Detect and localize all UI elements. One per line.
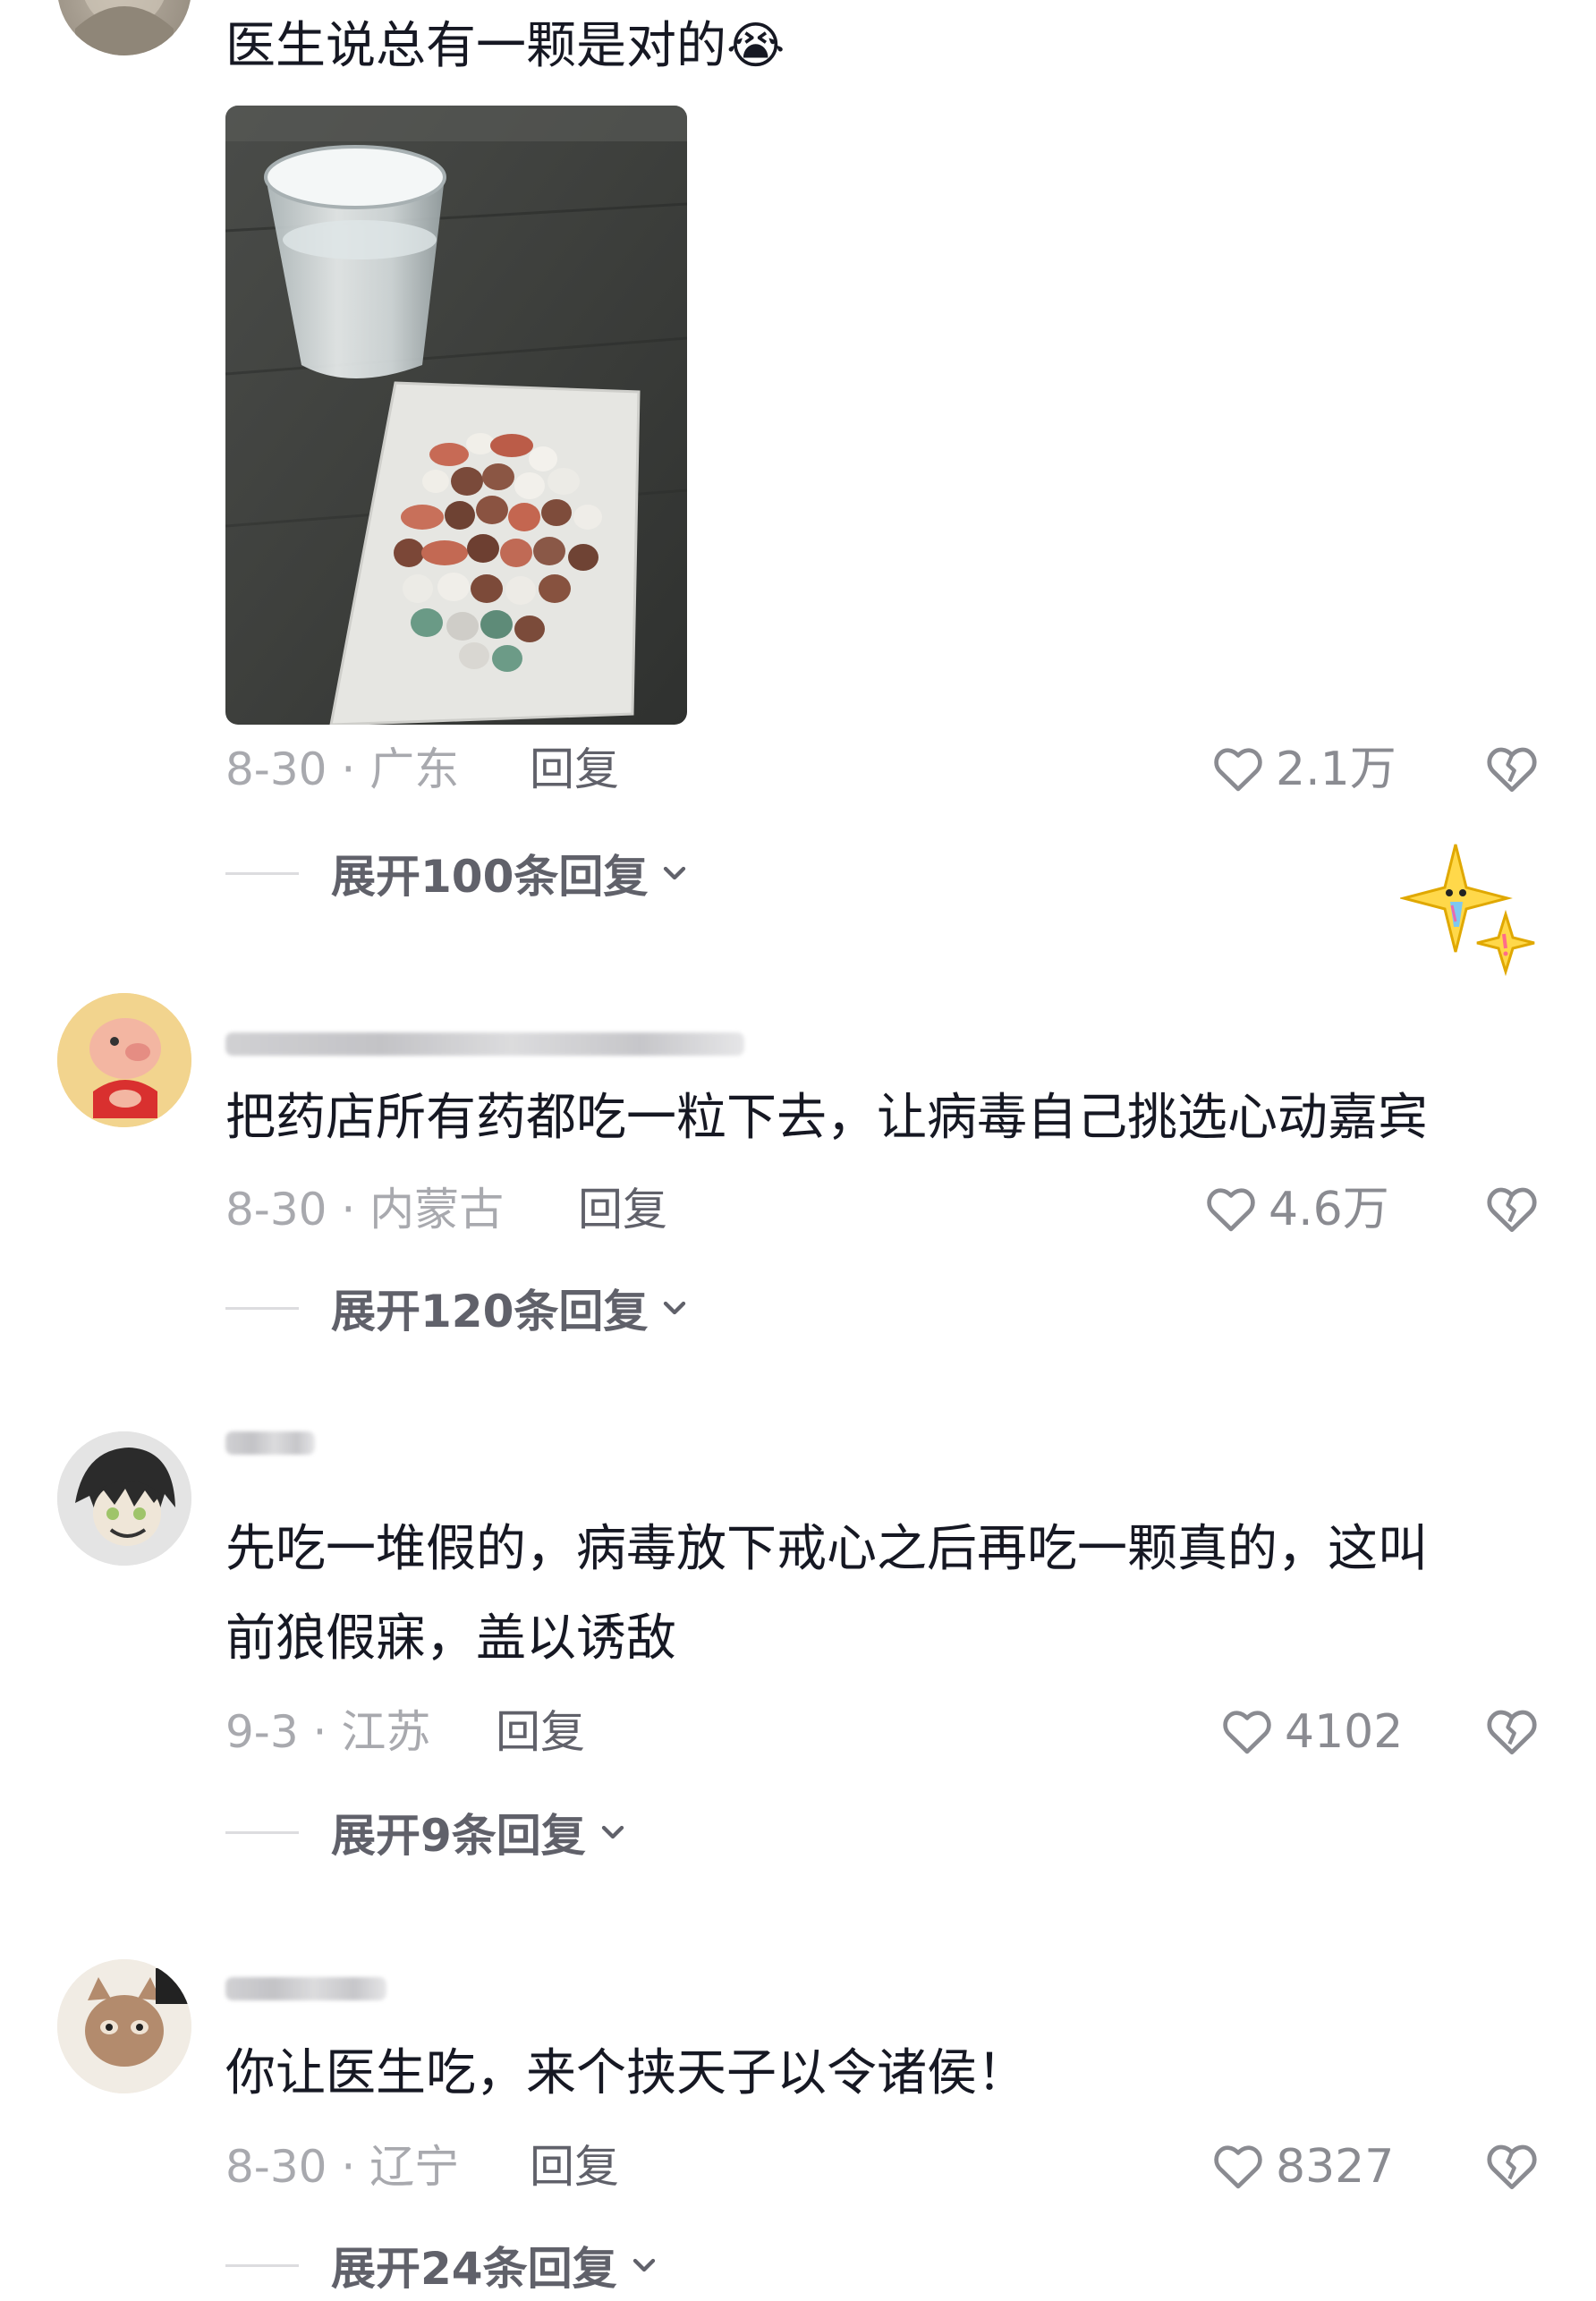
- reply-button[interactable]: 回复: [530, 2131, 619, 2203]
- expand-replies-button[interactable]: 展开24条回复: [225, 2229, 662, 2301]
- comment-photo-pills-and-water[interactable]: [225, 106, 687, 725]
- divider-line: [225, 1830, 299, 1834]
- like-count: 2.1万: [1276, 743, 1396, 796]
- heart-outline-icon: [1223, 1711, 1271, 1754]
- like-button[interactable]: 8327: [1210, 2131, 1394, 2203]
- username-redacted: [225, 1977, 386, 2000]
- reply-button[interactable]: 回复: [496, 1696, 585, 1768]
- comment-meta-row: 8-30 · 内蒙古 回复 4.6万: [225, 1174, 1549, 1245]
- comment-date-location: 8-30 · 辽宁: [225, 2141, 460, 2193]
- comment-text-line: 你让医生吃，来个挟天子以令诸侯！: [225, 2044, 1027, 2102]
- comment-date-location: 8-30 · 广东: [225, 743, 460, 795]
- expand-replies-label: 展开9条回复: [331, 1810, 586, 1862]
- comment-date-location: 9-3 · 江苏: [225, 1706, 431, 1758]
- commenter-avatar[interactable]: [57, 0, 191, 55]
- username-redacted: [225, 1431, 315, 1455]
- reply-button[interactable]: 回复: [578, 1174, 667, 1245]
- broken-heart-icon[interactable]: [1482, 1703, 1541, 1761]
- comment-meta-row: 8-30 · 广东 回复 2.1万: [225, 734, 1549, 805]
- comment-text-line: 医生说总有一颗是对的😭: [225, 17, 785, 75]
- chevron-down-icon: [664, 866, 686, 880]
- broken-heart-icon[interactable]: [1482, 741, 1541, 798]
- comment-text-line: 前狼假寐，盖以诱敌: [225, 1609, 676, 1668]
- expand-replies-button[interactable]: 展开100条回复: [225, 837, 692, 909]
- comment-date-location: 8-30 · 内蒙古: [225, 1184, 505, 1235]
- commenter-avatar[interactable]: [57, 1431, 191, 1566]
- like-button[interactable]: 4.6万: [1202, 1174, 1389, 1245]
- like-button[interactable]: 2.1万: [1210, 734, 1396, 805]
- like-count: 8327: [1276, 2140, 1395, 2194]
- heart-outline-icon: [1214, 2145, 1262, 2189]
- comment-text-line: 把药店所有药都吃一粒下去，让病毒自己挑选心动嘉宾: [225, 1089, 1428, 1147]
- expand-replies-label: 展开100条回复: [331, 851, 649, 903]
- chevron-down-icon: [632, 2258, 655, 2272]
- broken-heart-icon[interactable]: [1482, 1181, 1541, 1238]
- comment-text: 医生说总有一颗是对的😭: [225, 2, 785, 91]
- like-count: 4.6万: [1269, 1183, 1389, 1236]
- expand-replies-button[interactable]: 展开9条回复: [225, 1796, 631, 1868]
- comment-text: 先吃一堆假的，病毒放下戒心之后再吃一颗真的，这叫 前狼假寐，盖以诱敌: [225, 1505, 1428, 1684]
- comment-text: 你让医生吃，来个挟天子以令诸侯！: [225, 2029, 1027, 2118]
- divider-line: [225, 871, 299, 875]
- reply-button[interactable]: 回复: [530, 734, 619, 805]
- like-count: 4102: [1285, 1705, 1404, 1759]
- comment-text: 把药店所有药都吃一粒下去，让病毒自己挑选心动嘉宾: [225, 1074, 1428, 1163]
- chevron-down-icon: [601, 1825, 624, 1839]
- heart-outline-icon: [1207, 1188, 1255, 1232]
- comment-meta-row: 8-30 · 辽宁 回复 8327: [225, 2131, 1549, 2203]
- comment-meta-row: 9-3 · 江苏 回复 4102: [225, 1696, 1549, 1768]
- expand-replies-button[interactable]: 展开120条回复: [225, 1272, 692, 1344]
- expand-replies-label: 展开24条回复: [331, 2243, 617, 2295]
- comment-text-line: 先吃一堆假的，病毒放下戒心之后再吃一颗真的，这叫: [225, 1520, 1428, 1578]
- expand-replies-label: 展开120条回复: [331, 1286, 649, 1337]
- commenter-avatar[interactable]: [57, 1959, 191, 2093]
- commenter-avatar[interactable]: [57, 993, 191, 1127]
- divider-line: [225, 1306, 299, 1310]
- like-button[interactable]: 4102: [1218, 1696, 1403, 1768]
- username-redacted: [225, 1032, 744, 1056]
- sparkle-star-sticker-icon: [1400, 844, 1535, 977]
- chevron-down-icon: [664, 1301, 686, 1315]
- heart-outline-icon: [1214, 748, 1262, 792]
- divider-line: [225, 2263, 299, 2267]
- broken-heart-icon[interactable]: [1482, 2138, 1541, 2195]
